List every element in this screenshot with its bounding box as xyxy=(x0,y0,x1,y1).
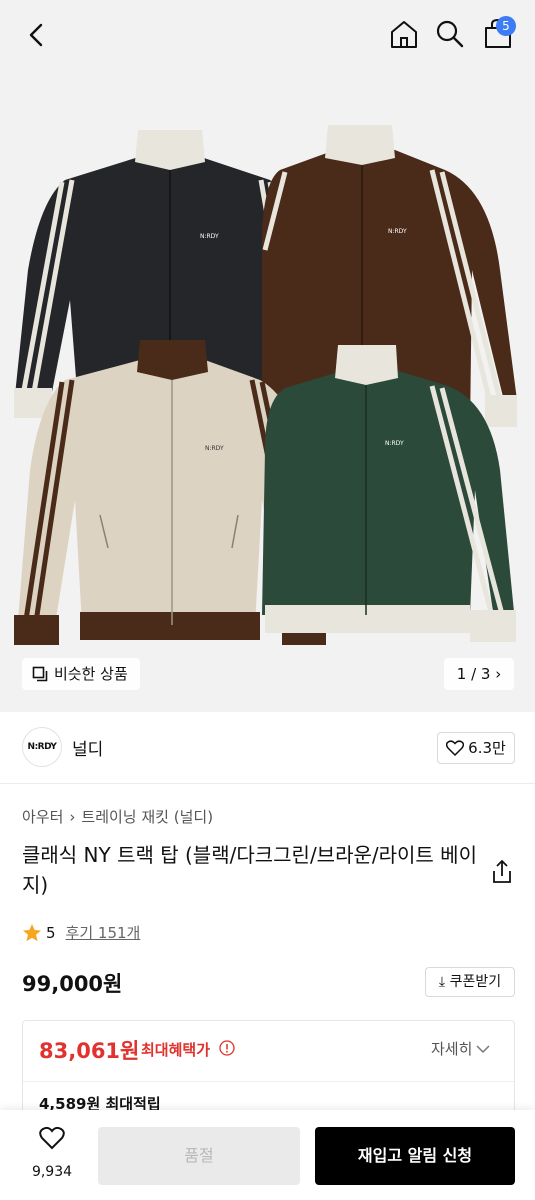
heart-icon xyxy=(446,740,465,756)
brand-row[interactable]: N:RDY 널디 6.3만 xyxy=(0,712,535,784)
jacket-logo: N:RDY xyxy=(200,233,219,240)
review-count-link[interactable]: 후기 151개 xyxy=(66,922,141,943)
coupon-button[interactable]: ⤓ 쿠폰받기 xyxy=(425,967,515,997)
brand-like-count: 6.3만 xyxy=(468,739,506,757)
brand-name[interactable]: 널디 xyxy=(72,735,103,760)
info-icon[interactable] xyxy=(219,1040,235,1056)
chevron-down-icon xyxy=(476,1044,490,1053)
brand-like-button[interactable]: 6.3만 xyxy=(437,732,515,764)
breadcrumb-item[interactable]: 아우터 xyxy=(22,808,63,826)
search-icon[interactable] xyxy=(434,18,466,50)
detail-label: 자세히 xyxy=(431,1040,473,1058)
wish-count: 9,934 xyxy=(31,1164,73,1180)
wish-button[interactable]: 9,934 xyxy=(22,1126,82,1186)
jacket-logo: N:RDY xyxy=(388,228,407,235)
product-price: 99,000원 xyxy=(22,972,123,996)
chevron-right-icon: › xyxy=(495,665,502,683)
brand-logo: N:RDY xyxy=(22,727,62,767)
page-indicator-label: 1 / 3 xyxy=(456,665,491,683)
heart-icon xyxy=(39,1126,65,1150)
rating-score: 5 xyxy=(46,923,56,942)
chevron-right-icon: › xyxy=(69,808,76,826)
share-icon[interactable] xyxy=(488,858,516,886)
jacket-logo: N:RDY xyxy=(205,445,224,452)
max-benefit-label: 최대혜택가 xyxy=(141,1041,211,1059)
jacket-logo: N:RDY xyxy=(385,440,404,447)
cart-count-badge: 5 xyxy=(496,16,516,36)
bottom-action-bar: 9,934 품절 재입고 알림 신청 xyxy=(0,1110,535,1200)
image-page-indicator[interactable]: 1 / 3 › xyxy=(444,658,514,690)
top-bar: 5 xyxy=(0,0,535,70)
divider xyxy=(23,1081,514,1082)
similar-products-icon xyxy=(32,666,48,682)
max-benefit-price: 83,061원 xyxy=(39,1039,140,1063)
back-icon[interactable] xyxy=(22,20,52,50)
coupon-label: 쿠폰받기 xyxy=(449,974,502,990)
breadcrumb: 아우터 › 트레이닝 재킷 (널디) xyxy=(22,806,219,827)
home-icon[interactable] xyxy=(388,18,420,50)
product-image-gallery[interactable]: N:RDY N:RDY N:RDY N:RDY xyxy=(0,70,535,712)
restock-alert-button[interactable]: 재입고 알림 신청 xyxy=(315,1127,515,1185)
star-icon xyxy=(23,923,41,941)
rating-row: 5 후기 151개 xyxy=(22,922,140,943)
download-icon: ⤓ xyxy=(438,974,446,990)
product-title: 클래식 NY 트랙 탑 (블랙/다크그린/브라운/라이트 베이지) xyxy=(22,843,477,897)
similar-products-button[interactable]: 비슷한 상품 xyxy=(22,658,140,690)
product-image: N:RDY N:RDY N:RDY N:RDY xyxy=(14,125,517,645)
similar-products-label: 비슷한 상품 xyxy=(54,665,128,683)
benefit-detail-toggle[interactable]: 자세히 xyxy=(431,1038,490,1059)
soldout-button: 품절 xyxy=(98,1127,300,1185)
breadcrumb-item[interactable]: 트레이닝 재킷 (널디) xyxy=(81,808,213,826)
jacket-green: N:RDY xyxy=(262,345,516,642)
